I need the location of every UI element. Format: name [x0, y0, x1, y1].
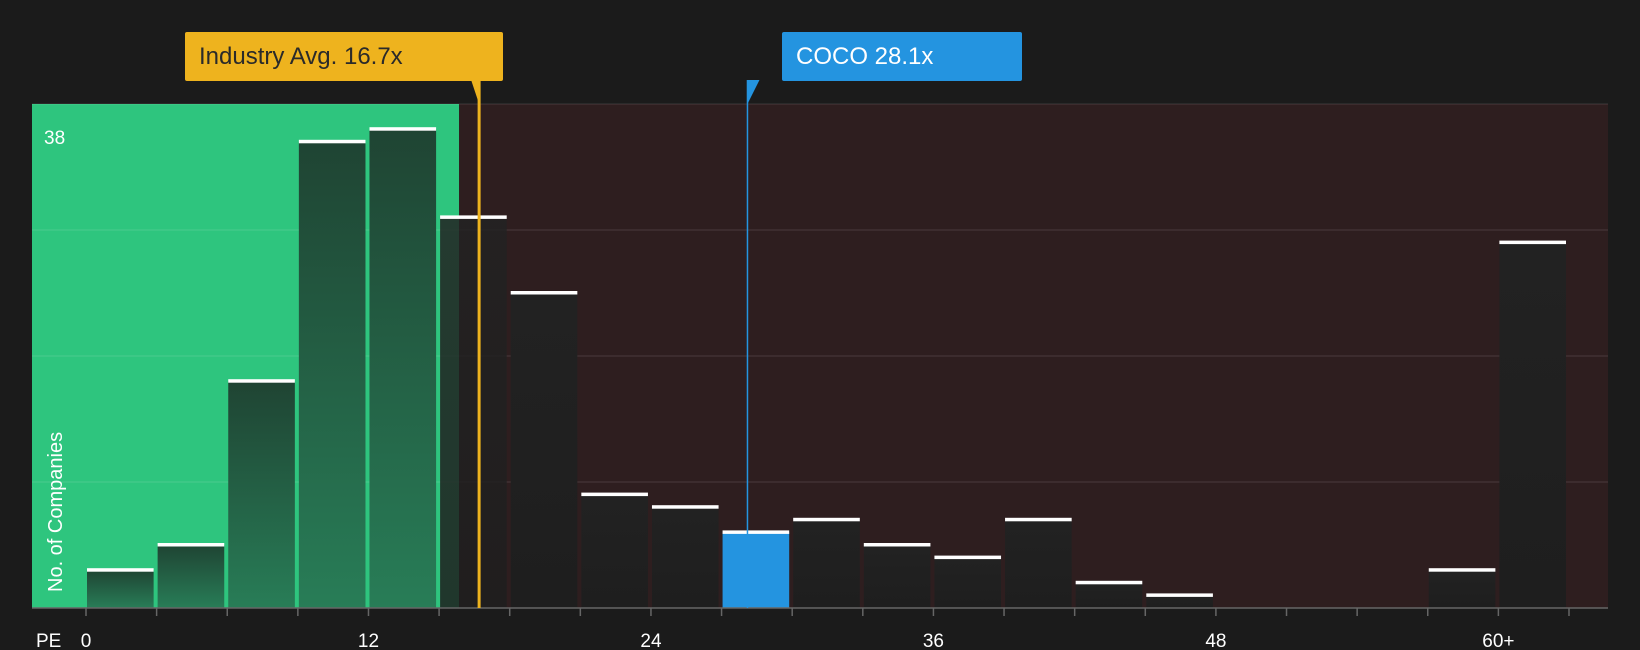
histogram-bar — [722, 532, 790, 608]
bar-cap — [510, 291, 578, 295]
x-tick-label: 12 — [358, 631, 379, 650]
bar-cap — [1075, 580, 1143, 585]
bar-cap — [934, 555, 1002, 560]
bar-cap — [793, 517, 860, 522]
company-callout-pointer — [747, 80, 760, 104]
histogram-bar — [934, 557, 1002, 608]
bar-cap — [651, 505, 719, 509]
bar-cap — [87, 568, 154, 572]
y-axis-max-label: 38 — [44, 128, 65, 149]
histogram-bar — [651, 507, 719, 608]
bar-cap — [298, 139, 366, 144]
x-tick-label: 24 — [640, 631, 662, 650]
bar-cap — [369, 127, 437, 131]
bar-cap — [440, 215, 507, 219]
chart-canvas: 38 No. of Companies PE 0 12 24 36 48 60+ — [32, 80, 1609, 650]
bar-cap — [863, 543, 931, 547]
x-tick-label: 60+ — [1482, 631, 1514, 650]
bar-cap — [581, 492, 648, 497]
bar-cap — [1499, 240, 1566, 245]
x-tick-label: 0 — [81, 631, 92, 650]
histogram-bar — [87, 570, 154, 608]
company-pe-callout: COCO 28.1x — [782, 32, 1022, 81]
histogram-bar — [793, 519, 860, 608]
y-axis-title: No. of Companies — [45, 432, 67, 592]
bar-cap — [1005, 517, 1072, 522]
bar-cap — [228, 379, 295, 383]
histogram-bar — [581, 494, 648, 608]
histogram-bar — [510, 293, 578, 608]
x-tick-label: 36 — [923, 631, 944, 650]
histogram-bar — [1005, 519, 1072, 608]
x-axis-title: PE — [36, 631, 61, 650]
histogram-bar — [1075, 582, 1143, 608]
histogram-bar — [1146, 595, 1213, 608]
histogram-bar — [440, 217, 507, 608]
industry-average-callout: Industry Avg. 16.7x — [185, 32, 503, 81]
bar-cap — [157, 543, 225, 547]
bar-cap — [1428, 568, 1496, 572]
histogram-bar — [1428, 570, 1496, 608]
bar-cap — [1146, 593, 1213, 597]
histogram-bar — [863, 545, 931, 608]
x-tick-label: 48 — [1205, 631, 1226, 650]
histogram-bar — [157, 545, 225, 608]
histogram-bar — [369, 129, 437, 608]
pe-distribution-chart: 38 No. of Companies PE 0 12 24 36 48 60+ Indu… — [0, 0, 1640, 650]
histogram-bar — [228, 381, 295, 608]
histogram-bar — [298, 141, 366, 609]
bar-cap — [722, 530, 790, 534]
histogram-bar — [1499, 242, 1566, 608]
